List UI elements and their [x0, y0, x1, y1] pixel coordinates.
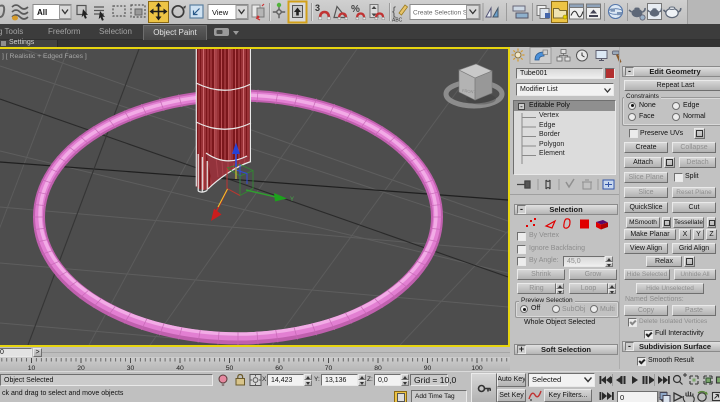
svg-text:View: View [212, 8, 229, 17]
svg-text:0: 0 [620, 393, 624, 402]
svg-text:{: { [392, 4, 396, 18]
svg-text:All: All [37, 8, 47, 17]
svg-text:] [ Realistic + Edged Faces ]: ] [ Realistic + Edged Faces ] [2, 53, 87, 60]
svg-text:Create Selection Se: Create Selection Se [413, 10, 471, 17]
svg-text:3: 3 [315, 3, 320, 13]
svg-text:Y: Y [290, 197, 294, 203]
svg-text:ABC: ABC [392, 18, 403, 24]
